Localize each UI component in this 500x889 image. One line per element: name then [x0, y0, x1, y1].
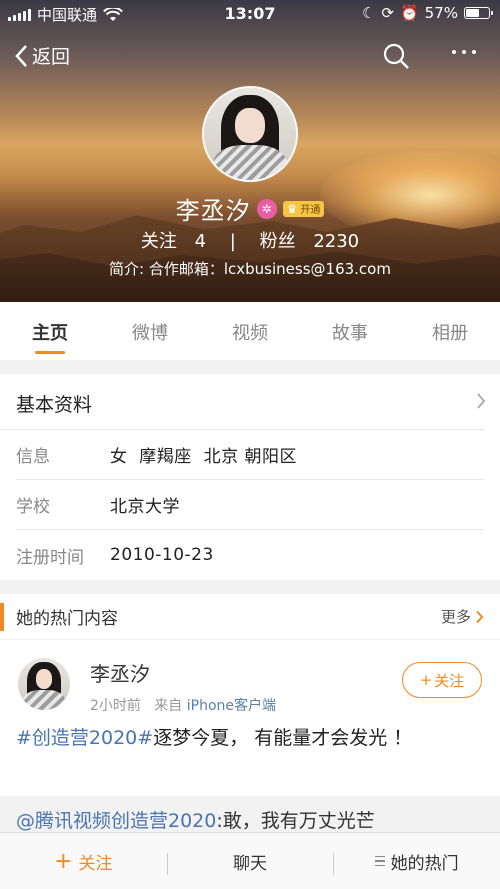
- crown-icon: ♛: [286, 201, 298, 216]
- profile-name: 李丞汐: [175, 197, 251, 225]
- tab-weibo[interactable]: 微博: [100, 302, 200, 360]
- bottom-action-bar: + 关注 聊天 她的热门: [0, 832, 500, 889]
- more-options-icon[interactable]: [452, 50, 476, 54]
- stats-separator: |: [229, 231, 236, 252]
- membership-badge[interactable]: ♛ 开通: [282, 200, 325, 217]
- follow-button[interactable]: + 关注: [402, 662, 482, 698]
- nav-bar: 返回: [0, 36, 500, 76]
- moon-icon: ☾: [361, 4, 376, 22]
- alarm-icon: ⏰: [399, 4, 419, 22]
- tab-video[interactable]: 视频: [200, 302, 300, 360]
- post-from: 来自: [154, 698, 183, 714]
- hot-label: 她的热门: [390, 853, 459, 874]
- back-button[interactable]: 返回: [14, 42, 70, 69]
- repost-text: :敢，我有万丈光芒: [216, 810, 375, 832]
- tab-home[interactable]: 主页: [0, 302, 100, 360]
- follow-bottom-label: 关注: [78, 853, 113, 874]
- battery-percent: 57%: [424, 4, 458, 22]
- follow-bottom-button[interactable]: + 关注: [0, 849, 167, 874]
- info-row: 学校 北京大学: [16, 480, 484, 530]
- battery-icon: [464, 7, 493, 19]
- info-value: 女 摩羯座 北京 朝阳区: [110, 447, 298, 467]
- info-key: 学校: [16, 497, 50, 517]
- chat-label: 聊天: [233, 853, 267, 874]
- membership-label: 开通: [300, 205, 321, 216]
- list-icon: [374, 855, 385, 867]
- more-label: 更多: [440, 608, 471, 626]
- profile-header: 中国联通 13:07 ☾ ⟳ ⏰ 57% 返回 李丞汐 ✲ ♛ 开通 关注 4: [0, 0, 500, 302]
- post-meta: 2小时前 来自 iPhone客户端: [90, 695, 276, 715]
- verified-badge-icon[interactable]: ✲: [256, 198, 277, 219]
- following-link[interactable]: 关注 4: [135, 231, 212, 252]
- basic-info-title: 基本资料: [16, 394, 93, 416]
- chat-button[interactable]: 聊天: [166, 849, 334, 875]
- basic-info-card: 基本资料 信息 女 摩羯座 北京 朝阳区 学校 北京大学 注册时间 2010-1…: [0, 374, 500, 580]
- post-source[interactable]: iPhone客户端: [187, 698, 276, 714]
- tab-story[interactable]: 故事: [300, 302, 400, 360]
- profile-tabs: 主页 微博 视频 故事 相册: [0, 302, 500, 360]
- chevron-right-icon: [476, 610, 484, 623]
- rotation-lock-icon: ⟳: [381, 4, 394, 22]
- basic-info-header[interactable]: 基本资料: [0, 374, 486, 430]
- post-item[interactable]: 李丞汐 2小时前 来自 iPhone客户端 + 关注 #创造营2020#逐梦今夏…: [0, 640, 500, 749]
- post-author[interactable]: 李丞汐: [90, 658, 150, 687]
- info-key: 信息: [16, 447, 50, 467]
- info-row: 信息 女 摩羯座 北京 朝阳区: [16, 430, 484, 480]
- post-hashtag[interactable]: #创造营2020#: [16, 727, 153, 749]
- info-value: 2010-10-23: [110, 545, 214, 565]
- avatar[interactable]: [202, 86, 298, 182]
- hot-button[interactable]: 她的热门: [333, 849, 500, 875]
- hot-content-title: 她的热门内容: [16, 609, 118, 629]
- post-avatar[interactable]: [18, 658, 70, 710]
- post-time: 2小时前: [90, 698, 141, 714]
- info-key: 注册时间: [16, 547, 84, 568]
- chevron-right-icon: [477, 393, 486, 409]
- status-bar: 中国联通 13:07 ☾ ⟳ ⏰ 57%: [0, 0, 500, 28]
- tab-album[interactable]: 相册: [400, 302, 500, 360]
- accent-bar: [0, 602, 4, 631]
- follow-stats: 关注 4 | 粉丝 2230: [0, 227, 500, 253]
- repost-mention[interactable]: @腾讯视频创造营2020: [16, 810, 216, 832]
- more-link[interactable]: 更多: [441, 606, 484, 627]
- search-icon[interactable]: [382, 42, 410, 70]
- post-text: #创造营2020#逐梦今夏， 有能量才会发光 ！: [16, 724, 456, 753]
- plus-icon: +: [54, 848, 73, 874]
- chevron-left-icon: [15, 44, 27, 67]
- plus-icon: +: [419, 671, 433, 689]
- info-value: 北京大学: [110, 497, 180, 517]
- post-body: 逐梦今夏， 有能量才会发光 ！: [153, 727, 413, 749]
- hot-content-header: 她的热门内容 更多: [0, 594, 500, 640]
- info-row: 注册时间 2010-10-23: [16, 530, 484, 580]
- fans-link[interactable]: 粉丝 2230: [254, 231, 366, 252]
- follow-label: 关注: [434, 671, 465, 690]
- profile-bio: 简介: 合作邮箱：lcxbusiness@163.com: [109, 260, 391, 278]
- back-label: 返回: [32, 46, 71, 68]
